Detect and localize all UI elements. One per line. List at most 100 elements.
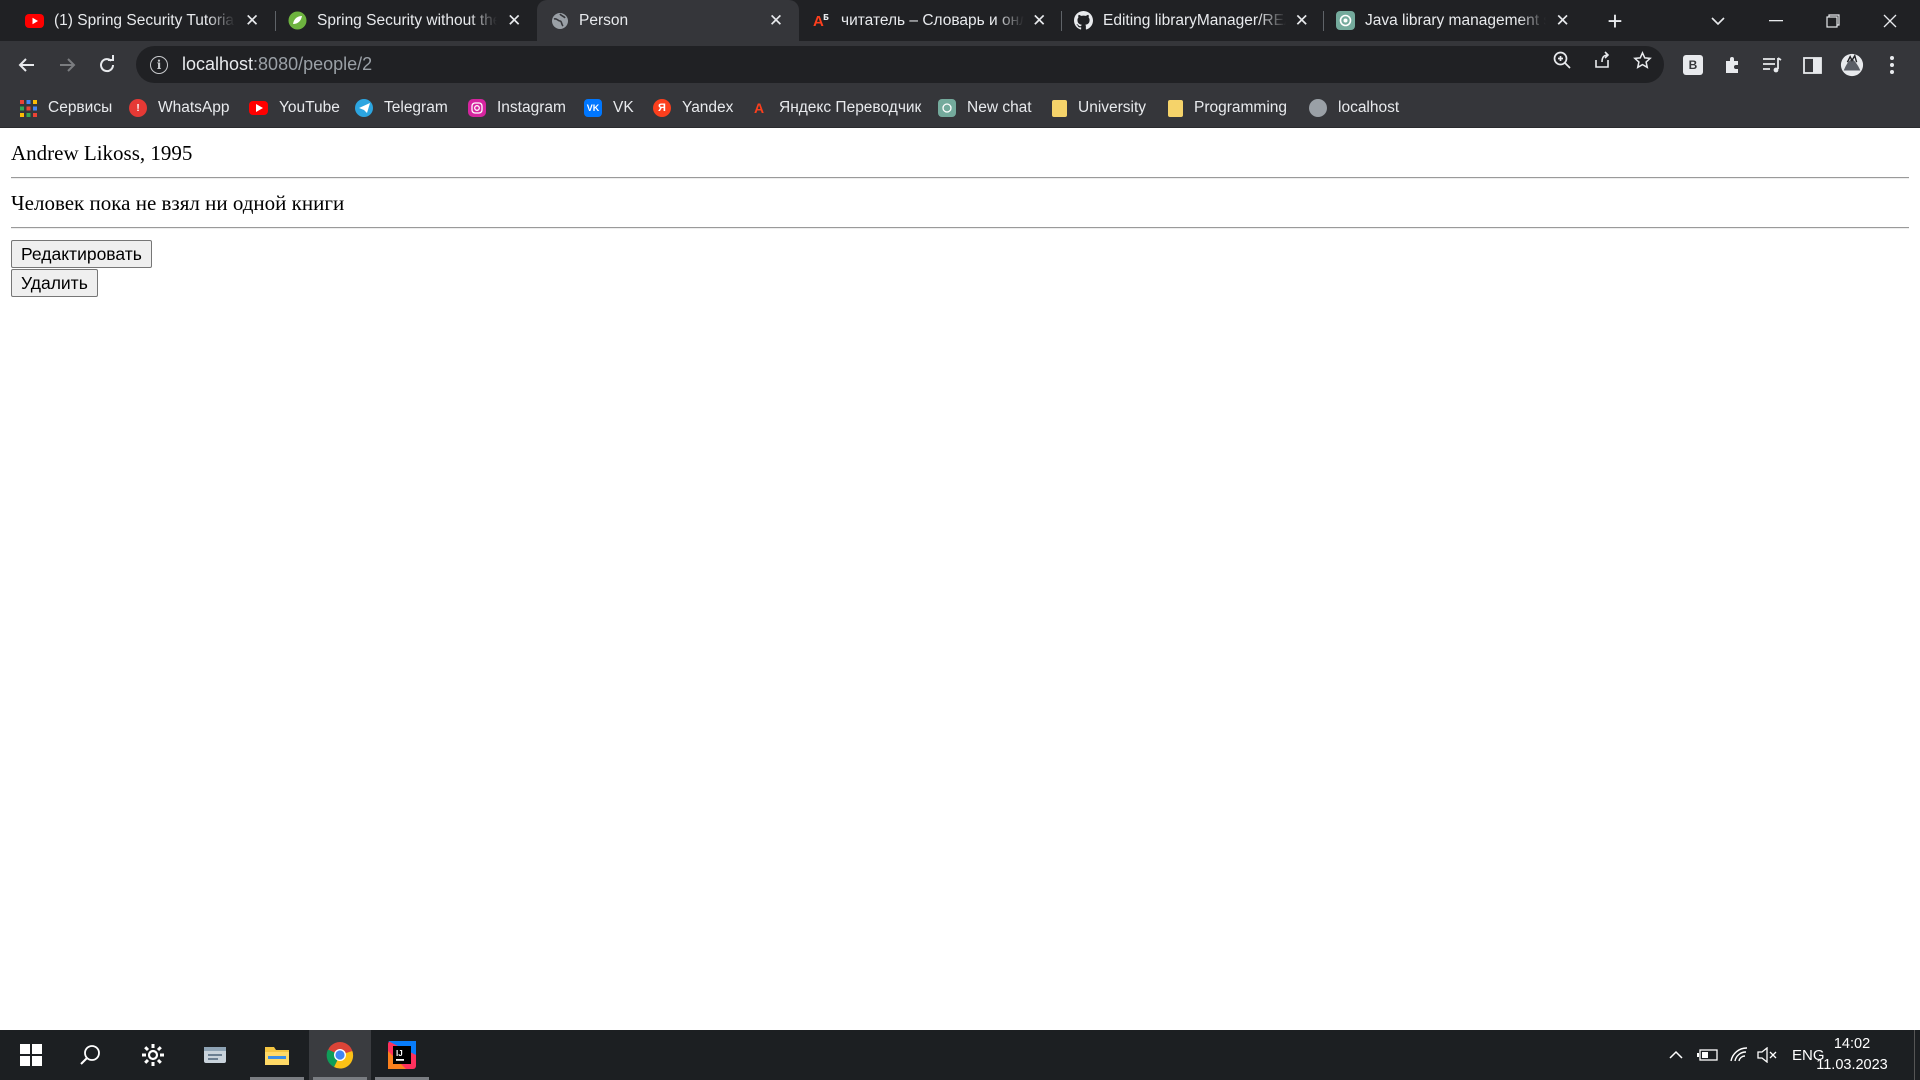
tab-title: Editing libraryManager/README	[1103, 11, 1286, 29]
reload-button[interactable]	[91, 49, 123, 81]
bookmark-label: University	[1078, 99, 1147, 116]
delete-button[interactable]: Удалить	[11, 269, 98, 297]
zoom-icon[interactable]	[1552, 50, 1572, 70]
gear-icon	[142, 1044, 164, 1066]
battery-icon	[1697, 1049, 1718, 1061]
divider	[11, 177, 1909, 179]
bookmark-vk[interactable]: VK VK	[584, 89, 634, 127]
bookmark-telegram[interactable]: Telegram	[355, 89, 448, 127]
share-icon[interactable]	[1592, 50, 1612, 70]
chrome-icon	[326, 1042, 354, 1069]
taskbar-settings[interactable]	[122, 1030, 184, 1080]
reload-icon	[100, 55, 115, 73]
search-button[interactable]	[60, 1030, 122, 1080]
spring-leaf-icon	[288, 11, 307, 30]
bookmark-localhost[interactable]: localhost	[1309, 89, 1399, 127]
youtube-icon	[25, 11, 44, 30]
close-window-button[interactable]	[1862, 0, 1918, 41]
tray-chevron[interactable]	[1668, 1030, 1684, 1080]
profile-avatar[interactable]	[1840, 53, 1864, 77]
address-bar[interactable]: i localhost:8080/people/2	[136, 46, 1664, 83]
vk-icon: VK	[584, 99, 602, 117]
arrow-right-icon	[60, 58, 76, 72]
bookmark-new-chat[interactable]: New chat	[938, 89, 1032, 127]
tab-search-button[interactable]	[1690, 0, 1746, 41]
tab-2[interactable]: Person ✕	[537, 0, 799, 42]
side-panel-icon[interactable]	[1800, 53, 1824, 77]
chevron-down-icon	[1711, 16, 1725, 25]
tab-1[interactable]: Spring Security without the ✕	[275, 0, 537, 41]
bookmark-instagram[interactable]: Instagram	[468, 89, 566, 127]
tab-title: (1) Spring Security Tutorial	[54, 11, 236, 29]
taskbar-file-explorer[interactable]	[246, 1030, 308, 1080]
info-icon[interactable]: i	[150, 55, 168, 74]
bookmark-label: VK	[613, 99, 634, 116]
person-name-year: Andrew Likoss, 1995	[11, 141, 193, 165]
restore-button[interactable]	[1805, 0, 1861, 41]
taskbar-chrome[interactable]	[309, 1030, 371, 1080]
volume-indicator[interactable]	[1757, 1030, 1777, 1080]
show-desktop-button[interactable]	[1914, 1030, 1920, 1080]
whatsapp-icon: !	[129, 99, 147, 117]
extension-b-button[interactable]: B	[1681, 53, 1705, 77]
extensions-puzzle-icon[interactable]	[1720, 53, 1744, 77]
close-tab-icon[interactable]: ✕	[505, 11, 523, 30]
minimize-icon	[1769, 19, 1783, 21]
close-tab-icon[interactable]: ✕	[1554, 11, 1571, 30]
close-tab-icon[interactable]: ✕	[767, 11, 785, 30]
chevron-up-icon	[1669, 1050, 1683, 1059]
new-tab-button[interactable]: +	[1598, 4, 1632, 38]
globe-icon	[1309, 99, 1327, 117]
clock[interactable]: 14:02 11.03.2023	[1812, 1034, 1892, 1076]
minimize-button[interactable]	[1748, 0, 1804, 41]
bookmark-yandex[interactable]: Я Yandex	[653, 89, 733, 127]
bookmark-youtube[interactable]: YouTube	[249, 89, 340, 127]
bookmark-folder-university[interactable]: University	[1052, 89, 1146, 127]
volume-muted-icon	[1757, 1047, 1777, 1063]
star-icon[interactable]	[1632, 50, 1652, 70]
telegram-icon	[355, 99, 373, 117]
edit-button[interactable]: Редактировать	[11, 240, 152, 268]
menu-button[interactable]	[1880, 53, 1904, 77]
close-tab-icon[interactable]: ✕	[243, 11, 261, 30]
media-queue-icon[interactable]	[1760, 53, 1784, 77]
bookmark-yandex-translate[interactable]: A Яндекс Переводчик	[750, 89, 921, 127]
svg-text:IJ: IJ	[396, 1049, 403, 1058]
divider	[11, 227, 1909, 229]
close-tab-icon[interactable]: ✕	[1032, 11, 1047, 30]
bookmark-folder-programming[interactable]: Programming	[1168, 89, 1287, 127]
bookmark-whatsapp[interactable]: ! WhatsApp	[129, 89, 230, 127]
taskbar-intellij[interactable]: IJ	[371, 1030, 433, 1080]
tab-0[interactable]: (1) Spring Security Tutorial ✕	[0, 0, 275, 41]
youtube-icon	[249, 101, 268, 115]
tab-3[interactable]: AБ читатель – Словарь и онлайн ✕	[799, 0, 1061, 41]
bookmark-label: Telegram	[384, 99, 448, 116]
apps-grid-icon	[19, 99, 37, 117]
tab-4[interactable]: Editing libraryManager/README ✕	[1061, 0, 1323, 41]
tab-5[interactable]: Java library management sy ✕	[1323, 0, 1585, 41]
bookmark-services[interactable]: Сервисы	[19, 89, 112, 127]
bookmark-label: YouTube	[279, 99, 340, 116]
back-button[interactable]	[11, 49, 43, 81]
bookmarks-bar: Сервисы ! WhatsApp YouTube Telegram Inst…	[0, 89, 1920, 128]
clock-date: 11.03.2023	[1816, 1057, 1888, 1073]
openai-icon	[938, 99, 956, 117]
network-indicator[interactable]	[1729, 1030, 1749, 1080]
more-vert-icon	[1890, 56, 1894, 74]
battery-indicator[interactable]	[1697, 1030, 1719, 1080]
windows-taskbar: IJ ENG 14:02 11.03.2023	[0, 1030, 1920, 1080]
svg-text:Б: Б	[823, 13, 829, 22]
clock-time: 14:02	[1833, 1036, 1871, 1052]
url-host: localhost	[182, 54, 254, 74]
taskbar-app[interactable]	[184, 1030, 246, 1080]
intellij-icon: IJ	[388, 1041, 416, 1069]
translate-icon: AБ	[812, 11, 831, 30]
close-tab-icon[interactable]: ✕	[1294, 11, 1309, 30]
forward-button[interactable]	[51, 49, 83, 81]
url-path: :8080/people/2	[253, 54, 373, 74]
extension-b-icon: B	[1683, 55, 1703, 75]
bookmark-label: Сервисы	[48, 99, 113, 116]
start-button[interactable]	[0, 1030, 62, 1080]
globe-icon	[550, 12, 569, 31]
search-icon	[80, 1045, 100, 1065]
